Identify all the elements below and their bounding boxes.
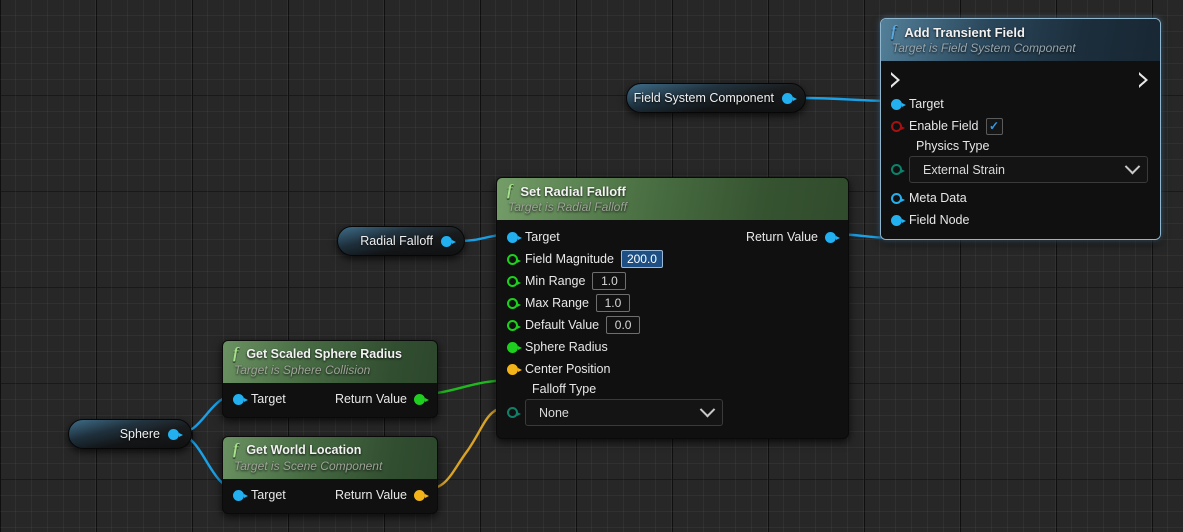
- enable-field-checkbox[interactable]: ✓: [985, 117, 1003, 135]
- variable-label-field-system-component: Field System Component: [633, 91, 774, 105]
- input-pin-meta-data[interactable]: [891, 192, 905, 204]
- node-subtitle: Target is Field System Component: [892, 41, 1076, 55]
- input-pin-max-range[interactable]: [507, 297, 521, 309]
- pin-label-sphere-radius: Sphere Radius: [525, 340, 608, 354]
- variable-label-sphere: Sphere: [119, 427, 160, 441]
- output-pin-field-system-component[interactable]: [782, 92, 797, 104]
- node-title: Get World Location: [246, 443, 362, 457]
- pin-row-min-range[interactable]: Min Range 1.0: [497, 270, 848, 292]
- input-pin-target[interactable]: [507, 231, 522, 243]
- falloff-type-value: None: [539, 405, 569, 420]
- node-subtitle: Target is Sphere Collision: [234, 363, 371, 377]
- pin-label-target: Target: [251, 488, 286, 502]
- pin-row-meta-data[interactable]: Meta Data: [881, 187, 1160, 209]
- pin-label-center-position: Center Position: [525, 362, 611, 376]
- field-magnitude-input[interactable]: 200.0: [620, 250, 663, 268]
- falloff-type-dropdown[interactable]: None: [525, 399, 723, 426]
- function-icon: f: [507, 182, 513, 199]
- node-body-get-world-location: Target Return Value: [223, 479, 437, 513]
- node-header-add-transient-field: f Add Transient Field Target is Field Sy…: [881, 19, 1160, 61]
- input-pin-target[interactable]: [233, 393, 248, 405]
- input-pin-falloff-type[interactable]: [507, 407, 521, 418]
- node-header-get-scaled-sphere-radius: f Get Scaled Sphere Radius Target is Sph…: [223, 341, 437, 383]
- node-get-scaled-sphere-radius[interactable]: f Get Scaled Sphere Radius Target is Sph…: [222, 340, 438, 418]
- variable-label-radial-falloff: Radial Falloff: [360, 234, 433, 248]
- input-pin-default-value[interactable]: [507, 319, 521, 331]
- node-get-world-location[interactable]: f Get World Location Target is Scene Com…: [222, 436, 438, 514]
- output-pin-radial-falloff[interactable]: [441, 235, 456, 247]
- node-header-set-radial-falloff: f Set Radial Falloff Target is Radial Fa…: [497, 178, 848, 220]
- input-pin-physics-type[interactable]: [891, 164, 905, 175]
- chevron-down-icon: [699, 401, 716, 418]
- pin-label-return-value: Return Value: [745, 230, 818, 244]
- node-body-get-scaled-sphere-radius: Target Return Value: [223, 383, 437, 417]
- pin-row-target-return[interactable]: Target Return Value: [223, 388, 437, 410]
- pin-label-max-range: Max Range: [525, 296, 589, 310]
- node-title: Set Radial Falloff: [520, 183, 626, 199]
- node-set-radial-falloff[interactable]: f Set Radial Falloff Target is Radial Fa…: [496, 177, 849, 439]
- pin-row-center-position[interactable]: Center Position: [497, 358, 848, 380]
- node-subtitle: Target is Scene Component: [234, 459, 383, 473]
- default-value-input[interactable]: 0.0: [606, 316, 641, 334]
- input-pin-field-node[interactable]: [891, 214, 906, 226]
- pin-label-field-node: Field Node: [909, 213, 970, 227]
- node-body-set-radial-falloff: Target Return Value Field Magnitude 200.…: [497, 220, 848, 438]
- function-icon: f: [233, 345, 239, 362]
- blueprint-graph-canvas[interactable]: Sphere Radial Falloff Field System Compo…: [0, 0, 1183, 532]
- physics-type-dropdown[interactable]: External Strain: [909, 156, 1148, 183]
- function-icon: f: [891, 23, 897, 40]
- pin-row-target-return[interactable]: Target Return Value: [497, 226, 848, 248]
- output-pin-return-value[interactable]: [414, 393, 429, 405]
- pin-row-enable-field[interactable]: Enable Field ✓: [881, 115, 1160, 137]
- pin-row-default-value[interactable]: Default Value 0.0: [497, 314, 848, 336]
- pin-label-target: Target: [525, 230, 560, 244]
- pin-row-max-range[interactable]: Max Range 1.0: [497, 292, 848, 314]
- pin-label-field-magnitude: Field Magnitude: [525, 252, 614, 266]
- node-body-add-transient-field: Target Enable Field ✓ Physics Type Exter…: [881, 61, 1160, 239]
- field-label-physics-type: Physics Type: [916, 139, 990, 153]
- pin-row-field-magnitude[interactable]: Field Magnitude 200.0: [497, 248, 848, 270]
- pin-row-sphere-radius[interactable]: Sphere Radius: [497, 336, 848, 358]
- output-pin-return-value[interactable]: [414, 489, 429, 501]
- input-pin-sphere-radius[interactable]: [507, 341, 522, 353]
- pin-label-min-range: Min Range: [525, 274, 586, 288]
- output-pin-sphere[interactable]: [168, 428, 183, 440]
- field-label-falloff-type: Falloff Type: [532, 382, 597, 396]
- pin-label-target: Target: [251, 392, 286, 406]
- physics-type-value: External Strain: [923, 162, 1005, 177]
- field-falloff-type: Falloff Type None: [497, 380, 848, 430]
- input-pin-target[interactable]: [233, 489, 248, 501]
- input-pin-target[interactable]: [891, 98, 906, 110]
- variable-node-radial-falloff[interactable]: Radial Falloff: [337, 226, 465, 256]
- pin-row-target[interactable]: Target: [881, 93, 1160, 115]
- min-range-input[interactable]: 1.0: [592, 272, 627, 290]
- input-pin-min-range[interactable]: [507, 275, 521, 287]
- node-title: Get Scaled Sphere Radius: [246, 347, 402, 361]
- pin-label-target: Target: [909, 97, 944, 111]
- node-add-transient-field[interactable]: f Add Transient Field Target is Field Sy…: [880, 18, 1161, 240]
- exec-in-pin[interactable]: [890, 72, 900, 88]
- exec-pin-row: [881, 67, 1160, 93]
- max-range-input[interactable]: 1.0: [595, 294, 630, 312]
- pin-label-return-value: Return Value: [334, 488, 407, 502]
- chevron-down-icon: [1124, 158, 1141, 175]
- variable-node-sphere[interactable]: Sphere: [68, 419, 192, 449]
- pin-label-default-value: Default Value: [525, 318, 600, 332]
- pin-row-field-node[interactable]: Field Node: [881, 209, 1160, 231]
- node-subtitle: Target is Radial Falloff: [508, 200, 627, 214]
- field-physics-type: Physics Type External Strain: [881, 137, 1160, 187]
- pin-label-return-value: Return Value: [334, 392, 407, 406]
- variable-node-field-system-component[interactable]: Field System Component: [626, 83, 806, 113]
- node-header-get-world-location: f Get World Location Target is Scene Com…: [223, 437, 437, 479]
- input-pin-center-position[interactable]: [507, 363, 522, 375]
- output-pin-return-value[interactable]: [825, 231, 840, 243]
- input-pin-field-magnitude[interactable]: [507, 253, 521, 265]
- node-title: Add Transient Field: [904, 24, 1025, 40]
- input-pin-enable-field[interactable]: [891, 120, 905, 132]
- pin-row-target-return[interactable]: Target Return Value: [223, 484, 437, 506]
- pin-label-meta-data: Meta Data: [909, 191, 967, 205]
- function-icon: f: [233, 441, 239, 458]
- pin-label-enable-field: Enable Field: [909, 119, 979, 133]
- exec-out-pin[interactable]: [1138, 72, 1148, 88]
